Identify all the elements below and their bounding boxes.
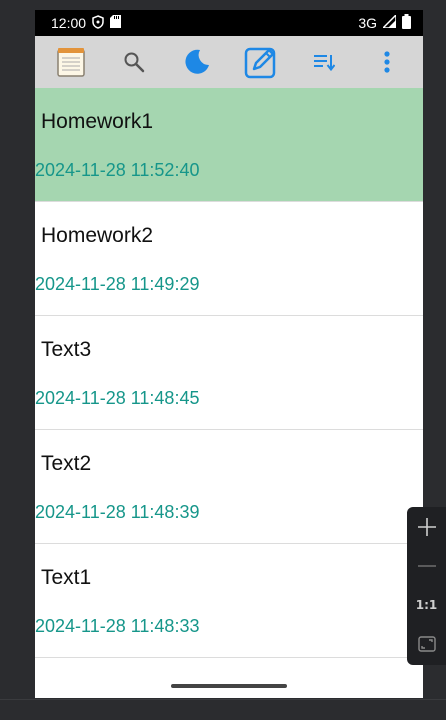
note-date: 2024-11-28 11:49:29 xyxy=(35,274,200,294)
note-date: 2024-11-28 11:48:33 xyxy=(35,616,200,636)
overflow-menu-icon[interactable] xyxy=(367,42,407,82)
shield-icon xyxy=(92,14,104,32)
zoom-out-icon[interactable] xyxy=(407,546,446,585)
edit-note-icon[interactable] xyxy=(241,42,281,82)
note-date: 2024-11-28 11:52:40 xyxy=(35,160,200,180)
note-item-text3[interactable]: Text3 2024-11-28 11:48:45 xyxy=(35,316,423,430)
sort-icon[interactable] xyxy=(304,42,344,82)
search-icon[interactable] xyxy=(114,42,154,82)
note-item-text2[interactable]: Text2 2024-11-28 11:48:39 xyxy=(35,430,423,544)
gesture-nav-handle[interactable] xyxy=(171,684,287,688)
emulator-bottom-bar xyxy=(0,699,446,720)
network-type: 3G xyxy=(358,15,377,31)
notes-list: Homework1 2024-11-28 11:52:40 Homework2 … xyxy=(35,88,423,658)
signal-icon xyxy=(381,13,397,31)
status-time: 12:00 xyxy=(51,15,87,31)
sd-card-icon xyxy=(110,15,122,31)
note-title: Homework2 xyxy=(41,224,154,247)
notepad-icon[interactable] xyxy=(51,42,91,82)
fit-screen-icon[interactable] xyxy=(407,624,446,663)
status-bar: 12:00 3G xyxy=(35,10,423,36)
emulator-zoom-panel: 1:1 xyxy=(407,507,446,665)
note-title: Text1 xyxy=(41,566,92,589)
note-title: Text3 xyxy=(41,338,92,361)
night-mode-icon[interactable] xyxy=(177,42,217,82)
zoom-in-icon[interactable] xyxy=(407,507,446,546)
zoom-reset-button[interactable]: 1:1 xyxy=(407,585,446,624)
device-screen: 12:00 3G Homework1 2024-11-28 11:52:40 H… xyxy=(35,10,423,698)
battery-icon xyxy=(402,14,411,32)
app-toolbar xyxy=(35,36,423,88)
note-item-homework1[interactable]: Homework1 2024-11-28 11:52:40 xyxy=(35,88,423,202)
zoom-reset-label: 1:1 xyxy=(415,597,438,612)
note-item-text1[interactable]: Text1 2024-11-28 11:48:33 xyxy=(35,544,423,658)
note-item-homework2[interactable]: Homework2 2024-11-28 11:49:29 xyxy=(35,202,423,316)
note-date: 2024-11-28 11:48:45 xyxy=(35,388,200,408)
note-title: Homework1 xyxy=(41,110,154,133)
note-date: 2024-11-28 11:48:39 xyxy=(35,502,200,522)
note-title: Text2 xyxy=(41,452,92,475)
